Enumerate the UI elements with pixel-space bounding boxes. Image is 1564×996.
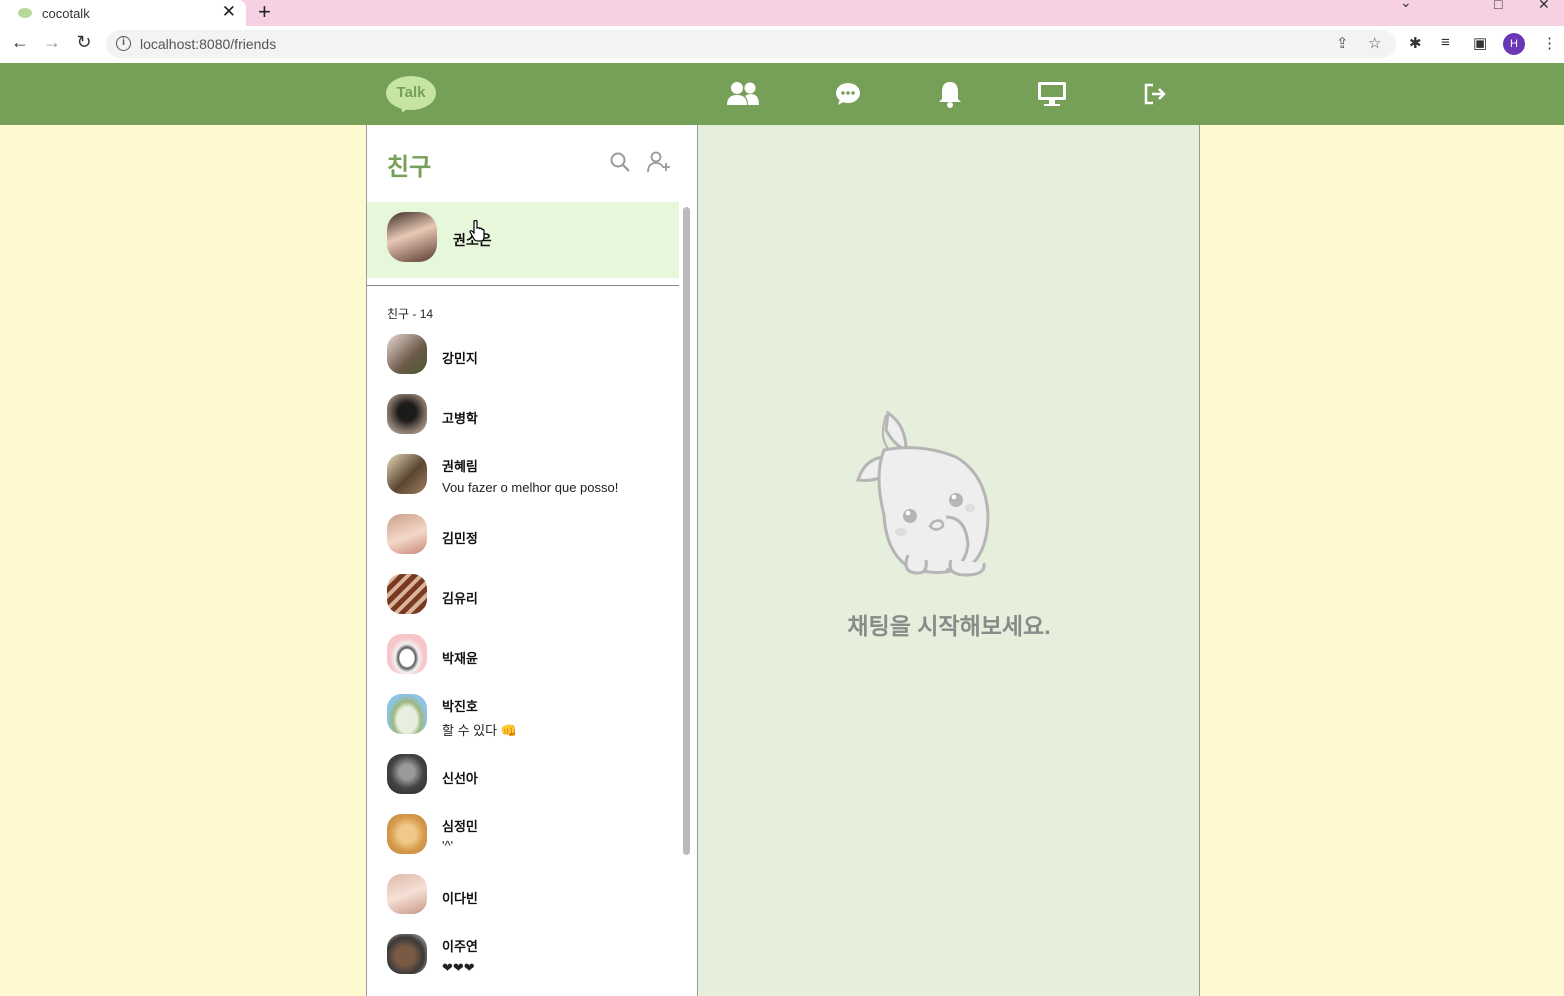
friends-panel: 친구 권소은 친구 - 14 강민지 고병학 권혜림 Vou fazer o m… bbox=[366, 125, 698, 996]
extensions-icon[interactable]: ✱ bbox=[1409, 34, 1422, 52]
nav-logout-icon[interactable] bbox=[1137, 77, 1173, 111]
friend-item[interactable]: 고병학 bbox=[367, 384, 679, 444]
menu-icon[interactable]: ⋮ bbox=[1542, 34, 1557, 52]
friend-avatar[interactable] bbox=[387, 454, 427, 494]
friend-status: Vou fazer o melhor que posso! bbox=[442, 480, 619, 495]
browser-toolbar: ← → ↻ i localhost:8080/friends ⇪ ☆ ✱ ≡ ▣… bbox=[0, 26, 1564, 63]
back-icon[interactable]: ← bbox=[9, 32, 31, 53]
friend-avatar[interactable] bbox=[387, 934, 427, 974]
friend-name: 김민정 bbox=[442, 531, 478, 546]
mascot-illustration bbox=[846, 405, 1056, 590]
friend-name: 강민지 bbox=[442, 351, 478, 366]
site-info-icon[interactable]: i bbox=[116, 36, 131, 51]
search-icon[interactable] bbox=[609, 151, 633, 175]
friend-item[interactable]: 김유리 bbox=[367, 564, 679, 624]
bookmark-star-icon[interactable]: ☆ bbox=[1368, 34, 1381, 52]
add-friend-icon[interactable] bbox=[647, 151, 671, 175]
profile-avatar[interactable]: H bbox=[1503, 33, 1525, 55]
friend-avatar[interactable] bbox=[387, 634, 427, 674]
friend-name: 고병학 bbox=[442, 411, 478, 426]
friend-avatar[interactable] bbox=[387, 754, 427, 794]
friend-item[interactable]: 김민정 bbox=[367, 504, 679, 564]
side-panel-icon[interactable]: ▣ bbox=[1473, 34, 1487, 52]
friend-avatar[interactable] bbox=[387, 814, 427, 854]
page-title: 친구 bbox=[387, 154, 432, 181]
friend-item[interactable]: 심정민 '^' bbox=[367, 804, 679, 864]
friend-status: '^' bbox=[442, 838, 454, 853]
tab-title: cocotalk bbox=[42, 5, 90, 21]
empty-chat-message: 채팅을 시작해보세요. bbox=[847, 613, 1051, 639]
friend-avatar[interactable] bbox=[387, 574, 427, 614]
nav-monitor-icon[interactable] bbox=[1034, 77, 1070, 111]
browser-tab[interactable]: cocotalk ✕ bbox=[0, 0, 246, 26]
friend-avatar[interactable] bbox=[387, 394, 427, 434]
my-profile[interactable]: 권소은 bbox=[367, 202, 679, 278]
maximize-icon[interactable]: □ bbox=[1494, 0, 1502, 12]
browser-tabstrip: cocotalk ✕ + ⌄ □ ✕ bbox=[0, 0, 1564, 26]
friend-name: 권혜림 bbox=[442, 459, 478, 474]
chat-area: 채팅을 시작해보세요. bbox=[698, 125, 1200, 996]
friend-item[interactable]: 강민지 bbox=[367, 324, 679, 384]
friend-avatar[interactable] bbox=[387, 874, 427, 914]
new-tab-button[interactable]: + bbox=[258, 0, 271, 25]
tab-favicon-icon bbox=[18, 8, 32, 18]
url-text[interactable]: localhost:8080/friends bbox=[140, 36, 276, 52]
friend-avatar[interactable] bbox=[387, 694, 427, 734]
app-header: Talk bbox=[0, 63, 1564, 125]
friends-scrollbar[interactable] bbox=[683, 207, 690, 855]
friend-item[interactable]: 권혜림 Vou fazer o melhor que posso! bbox=[367, 444, 679, 504]
mouse-pointer-icon bbox=[469, 219, 485, 247]
logo[interactable]: Talk bbox=[386, 76, 436, 115]
friend-status: 할 수 있다 👊 bbox=[442, 723, 517, 738]
tab-close-icon[interactable]: ✕ bbox=[222, 2, 236, 22]
friend-item[interactable]: 박진호 할 수 있다 👊 bbox=[367, 684, 679, 744]
friend-name: 심정민 bbox=[442, 819, 478, 834]
divider bbox=[367, 285, 679, 286]
friend-name: 박진호 bbox=[442, 699, 478, 714]
nav-notification-bell-icon[interactable] bbox=[932, 77, 968, 111]
friend-item[interactable]: 박재윤 bbox=[367, 624, 679, 684]
minimize-icon[interactable]: ⌄ bbox=[1400, 0, 1412, 11]
friend-item[interactable]: 신선아 bbox=[367, 744, 679, 804]
friend-name: 이다빈 bbox=[442, 891, 478, 906]
friend-avatar[interactable] bbox=[387, 514, 427, 554]
media-icon[interactable]: ≡ bbox=[1441, 34, 1450, 51]
friend-name: 이주연 bbox=[442, 939, 478, 954]
friend-name: 신선아 bbox=[442, 771, 478, 786]
friend-avatar[interactable] bbox=[387, 334, 427, 374]
address-bar[interactable]: i localhost:8080/friends ⇪ ☆ bbox=[106, 30, 1396, 58]
friends-count-label: 친구 - 14 bbox=[387, 307, 434, 321]
window-close-icon[interactable]: ✕ bbox=[1538, 0, 1550, 13]
friend-item[interactable]: 이주연 ❤❤❤ bbox=[367, 924, 679, 984]
friend-name: 박재윤 bbox=[442, 651, 478, 666]
share-icon[interactable]: ⇪ bbox=[1336, 34, 1349, 52]
friend-name: 김유리 bbox=[442, 591, 478, 606]
reload-icon[interactable]: ↻ bbox=[73, 32, 95, 53]
my-avatar[interactable] bbox=[387, 212, 437, 262]
nav-friends-icon[interactable] bbox=[725, 77, 761, 111]
forward-icon[interactable]: → bbox=[41, 32, 63, 53]
friend-item[interactable]: 이다빈 bbox=[367, 864, 679, 924]
nav-chat-icon[interactable] bbox=[830, 77, 866, 111]
friend-status: ❤❤❤ bbox=[442, 960, 475, 975]
logo-text: Talk bbox=[386, 76, 436, 110]
